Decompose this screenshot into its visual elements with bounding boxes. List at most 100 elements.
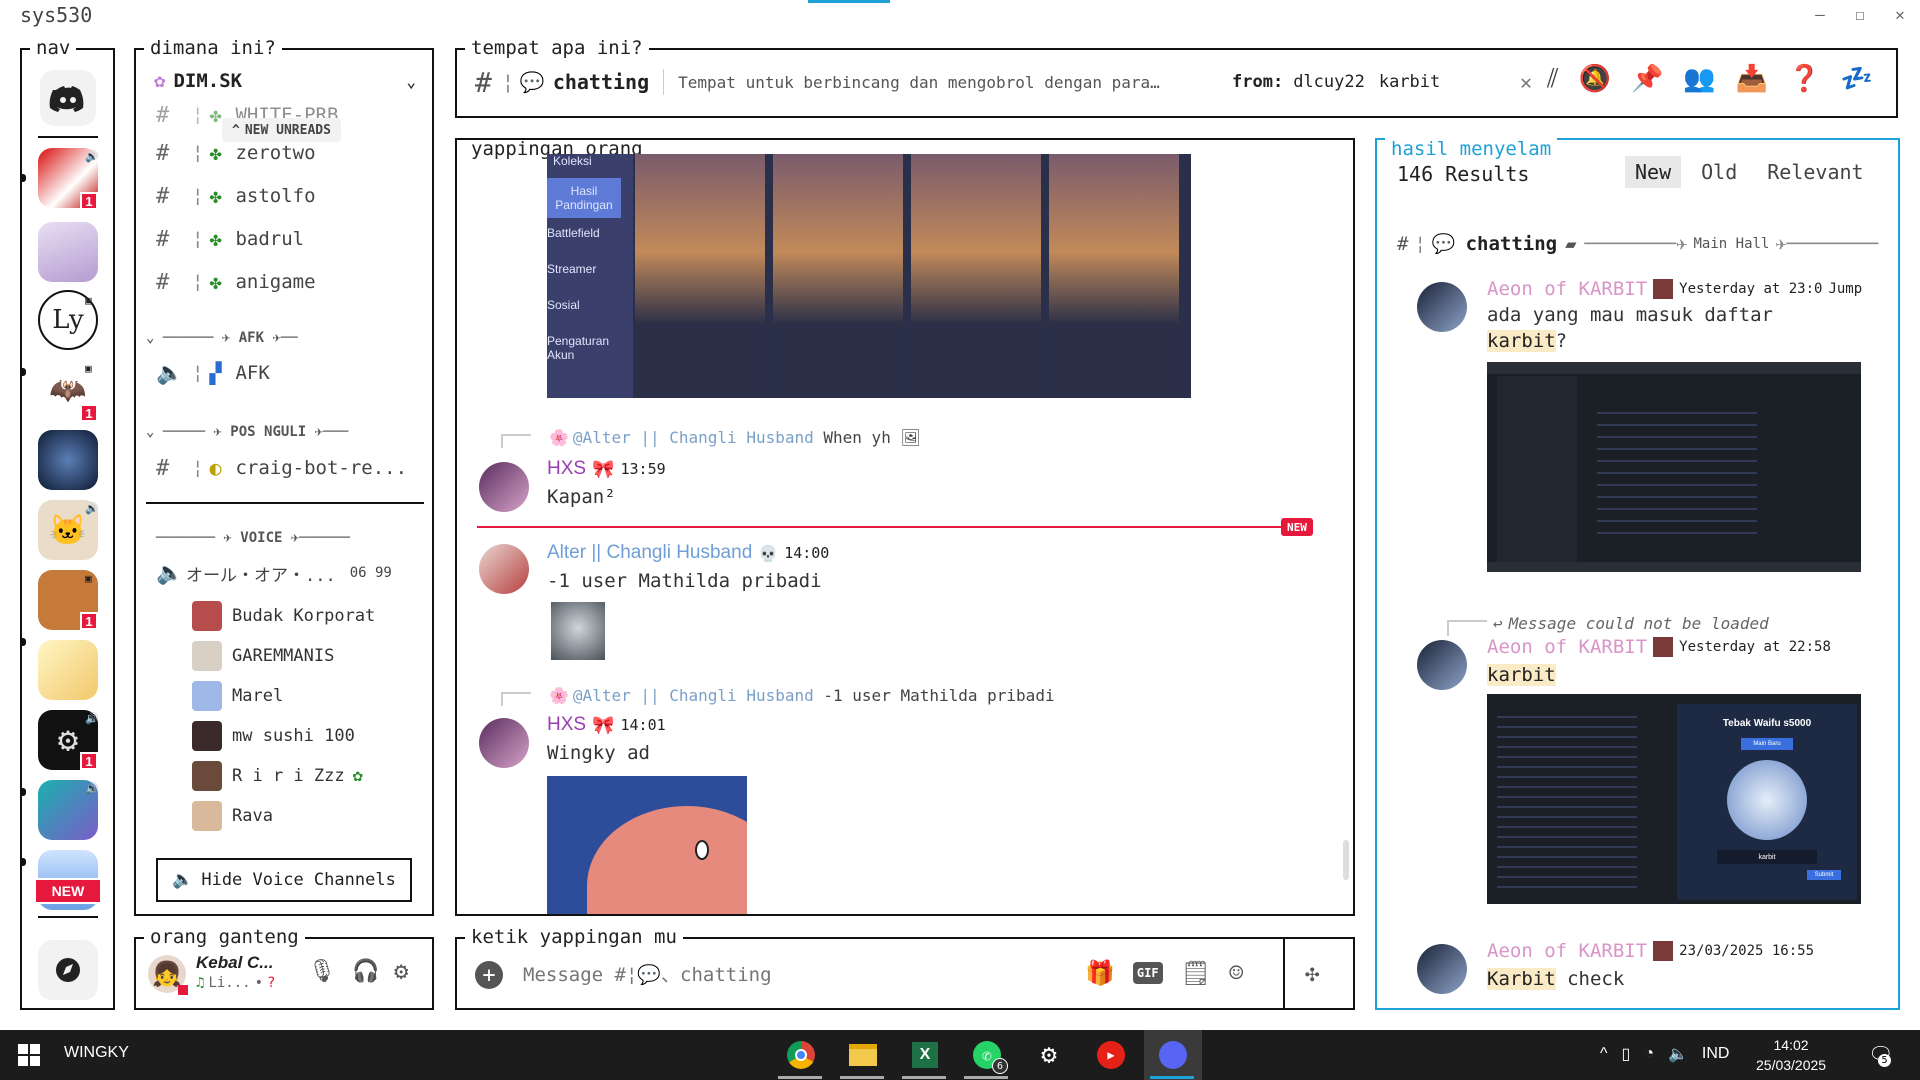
add-attachment-button[interactable]: + xyxy=(475,961,503,989)
settings-icon[interactable]: ⚙ xyxy=(1020,1030,1078,1080)
message-author[interactable]: Alter || Changli Husband xyxy=(547,542,752,564)
search-input[interactable]: from: dlcuy22 karbit ✕ xyxy=(1232,64,1532,100)
channels-panel: dimana ini? ✿ DIM.SK ⌄ # ¦ ✤ WHITE-PRB ^ NEW… xyxy=(134,37,434,916)
scrollbar[interactable] xyxy=(1343,840,1349,880)
image-attachment[interactable] xyxy=(551,602,605,660)
avatar[interactable] xyxy=(1417,640,1467,690)
message-author[interactable]: Aeon of KARBIT xyxy=(1487,636,1647,658)
pin-icon[interactable]: 📌 xyxy=(1631,64,1663,95)
message-author[interactable]: HXS xyxy=(547,458,586,480)
speaker-icon: 🔊 xyxy=(85,782,99,795)
help-icon[interactable]: ❓ xyxy=(1788,64,1820,95)
gift-icon[interactable]: 🎁 xyxy=(1085,959,1115,987)
message-author[interactable]: Aeon of KARBIT xyxy=(1487,940,1647,962)
emoji-icon[interactable]: ☺ xyxy=(1229,959,1243,987)
server-icon-8[interactable] xyxy=(38,640,98,700)
wifi-icon[interactable]: ◔ xyxy=(1644,1045,1654,1063)
channel-item-craig[interactable]: # ¦ ◐ craig-bot-re... xyxy=(156,453,407,483)
voice-user[interactable]: Marel xyxy=(192,681,283,711)
server-icon-5[interactable] xyxy=(38,430,98,490)
whatsapp-icon[interactable]: ✆ 6 xyxy=(958,1030,1016,1080)
tab-new[interactable]: New xyxy=(1625,156,1682,188)
image-attachment[interactable] xyxy=(547,776,747,914)
inbox-icon[interactable]: 📥 xyxy=(1736,64,1768,95)
new-messages-divider xyxy=(477,526,1297,528)
voice-channel[interactable]: 🔈 オール・オア・... 06 99 xyxy=(156,558,392,588)
unread-badge: 1 xyxy=(80,752,98,770)
voice-user[interactable]: Rava xyxy=(192,801,273,831)
avatar[interactable] xyxy=(479,544,529,594)
message-input[interactable] xyxy=(523,957,1003,993)
role-icon: 💀 xyxy=(758,543,779,563)
sleep-icon[interactable]: 💤 xyxy=(1840,64,1872,95)
voice-user[interactable]: Budak Korporat xyxy=(192,601,375,631)
chrome-icon[interactable] xyxy=(772,1030,830,1080)
voice-user[interactable]: mw sushi 100 xyxy=(192,721,355,751)
volume-icon[interactable]: 🔈 xyxy=(1668,1044,1688,1064)
gear-icon[interactable]: ⚙ xyxy=(394,957,408,985)
hide-voice-button[interactable]: 🔈 Hide Voice Channels xyxy=(156,858,412,902)
category-voice[interactable]: ─────── ✈ VOICE ✈────── xyxy=(156,530,350,546)
language-indicator[interactable]: IND xyxy=(1702,1045,1730,1063)
chat-panel: yappingan orang Koleksi Hasil Pandingan … xyxy=(455,138,1355,916)
youtube-music-icon[interactable]: ▶ xyxy=(1082,1030,1140,1080)
avatar xyxy=(192,721,222,751)
apps-icon[interactable]: ✣ xyxy=(1305,959,1319,987)
voice-user[interactable]: GAREMMANIS xyxy=(192,641,334,671)
chevron-up-icon[interactable]: ^ xyxy=(1600,1045,1608,1063)
image-attachment[interactable]: Tebak Waifu s5000 Main Baru karbit Submi… xyxy=(1487,694,1861,904)
gif-button[interactable]: GIF xyxy=(1132,962,1163,984)
avatar[interactable] xyxy=(1417,944,1467,994)
device-icon[interactable]: ▯ xyxy=(1622,1044,1631,1064)
threads-icon[interactable]: ⫽ xyxy=(1547,64,1559,95)
reply-reference[interactable]: 🌸 @Alter || Changli Husband -1 user Mathi… xyxy=(549,686,1055,705)
image-attachment[interactable] xyxy=(1487,362,1861,572)
tab-old[interactable]: Old xyxy=(1691,156,1747,188)
image-attachment[interactable]: Koleksi Hasil Pandingan Battlefield Stre… xyxy=(547,154,1191,398)
file-explorer-icon[interactable] xyxy=(834,1030,892,1080)
clear-search-icon[interactable]: ✕ xyxy=(1520,70,1532,94)
discover-button[interactable] xyxy=(38,940,98,1000)
unread-badge: 1 xyxy=(80,192,98,210)
results-channel-header[interactable]: # ¦ 💬 chatting ▰ ────────✈ Main Hall ✈────… xyxy=(1397,232,1887,256)
notifications-icon[interactable]: 🗨5 xyxy=(1868,1042,1893,1067)
voice-user[interactable]: R i r i Zzz ✿ xyxy=(192,761,363,791)
clock[interactable]: 14:02 25/03/2025 xyxy=(1756,1035,1826,1075)
event-icon: ▣ xyxy=(85,572,92,585)
maximize-icon[interactable]: ☐ xyxy=(1840,0,1880,28)
channel-item-badrul[interactable]: # ¦ ✤ badrul xyxy=(156,224,304,254)
sticker-icon[interactable]: 🗒 xyxy=(1181,959,1211,987)
avatar[interactable] xyxy=(479,718,529,768)
notifications-muted-icon[interactable]: 🔕 xyxy=(1579,64,1611,95)
message-timestamp: 23/03/2025 16:55 xyxy=(1679,943,1815,959)
category-pos-nguli[interactable]: ⌄ ───── ✈ POS NGULI ✈─── xyxy=(146,424,348,440)
channel-item-astolfo[interactable]: # ¦ ✤ astolfo xyxy=(156,181,316,211)
minimize-icon[interactable]: — xyxy=(1800,0,1840,28)
channel-item-afk[interactable]: 🔈 ¦ ▞ AFK xyxy=(156,358,270,388)
channel-item-anigame[interactable]: # ¦ ✤ anigame xyxy=(156,267,316,297)
channel-topic[interactable]: Tempat untuk berbincang dan mengobrol de… xyxy=(678,73,1160,92)
composer-panel-title: ketik yappingan mu xyxy=(465,926,683,948)
close-icon[interactable]: ✕ xyxy=(1880,0,1920,28)
server-icon-2[interactable] xyxy=(38,222,98,282)
message-author[interactable]: HXS xyxy=(547,714,586,736)
message-author[interactable]: Aeon of KARBIT xyxy=(1487,278,1647,300)
category-afk[interactable]: ⌄ ────── ✈ AFK ✈── xyxy=(146,330,298,346)
username: Kebal C... xyxy=(196,953,274,972)
reply-reference[interactable]: 🌸 @Alter || Changli Husband When yh 🖼 xyxy=(549,428,921,447)
members-icon[interactable]: 👥 xyxy=(1683,64,1715,95)
jump-button[interactable]: Jump xyxy=(1828,281,1862,297)
server-header[interactable]: ✿ DIM.SK ⌄ xyxy=(154,66,416,96)
discord-taskbar-icon[interactable] xyxy=(1144,1030,1202,1080)
tab-relevant[interactable]: Relevant xyxy=(1757,156,1873,188)
avatar[interactable] xyxy=(479,462,529,512)
start-button[interactable] xyxy=(18,1044,40,1066)
avatar[interactable] xyxy=(1417,282,1467,332)
excel-icon[interactable]: X xyxy=(896,1030,954,1080)
discord-home-button[interactable] xyxy=(38,68,98,128)
microphone-icon[interactable]: 🎙 xyxy=(308,959,336,984)
new-badge: NEW xyxy=(1281,518,1313,536)
headphones-icon[interactable]: 🎧 xyxy=(352,959,379,984)
speaker-icon: 🔈 xyxy=(156,360,184,386)
channel-item-zerotwo[interactable]: # ¦ ✤ zerotwo xyxy=(156,138,316,168)
